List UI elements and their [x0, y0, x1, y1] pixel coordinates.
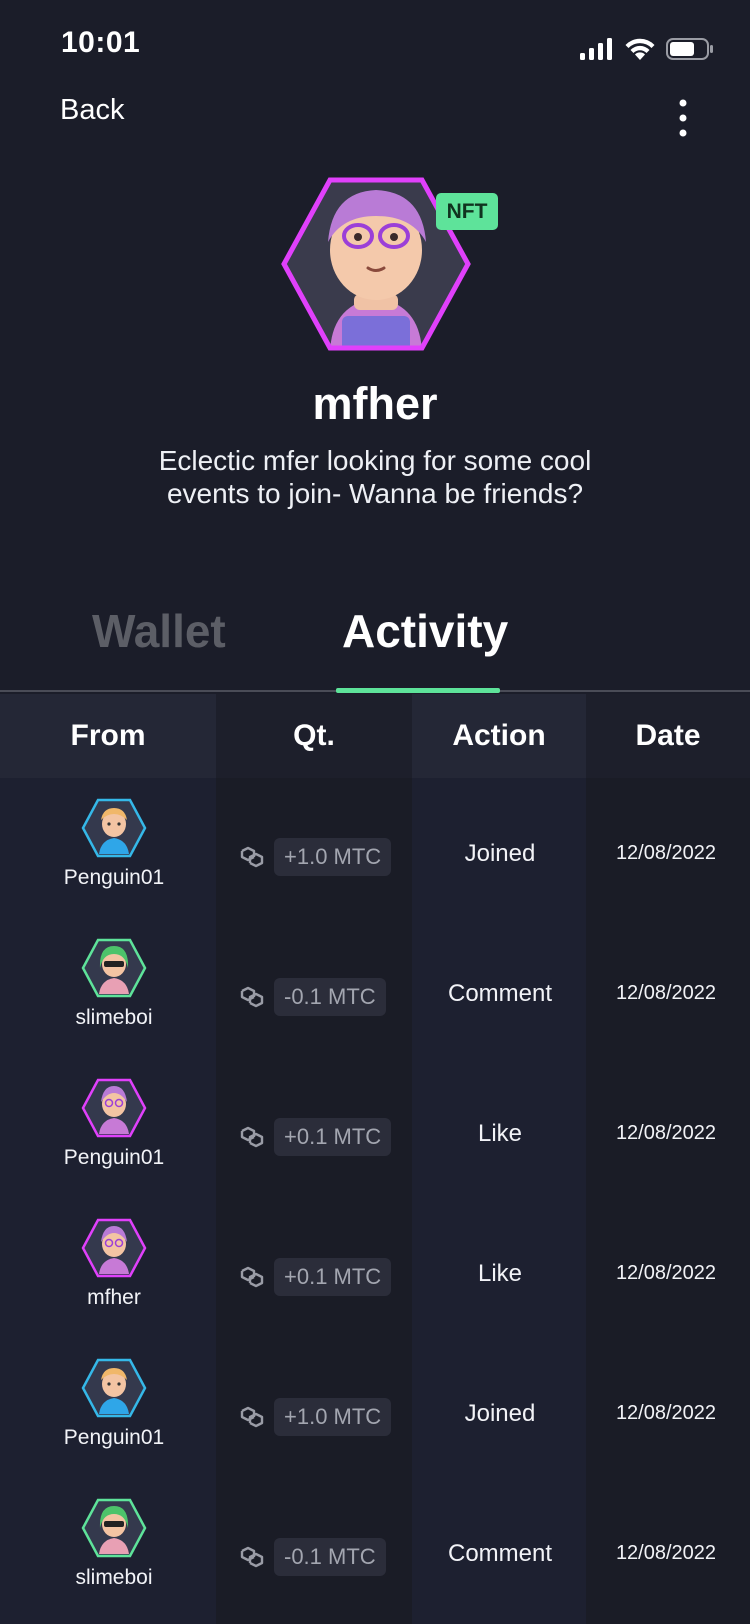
header-action: Action: [412, 694, 586, 778]
row-from[interactable]: mfher: [0, 1218, 228, 1310]
row-from-name: Penguin01: [63, 1146, 165, 1169]
table-row[interactable]: Penguin01 +1.0 MTC Joined 12/08/2022: [0, 1338, 750, 1478]
penguin-avatar-icon: [81, 1358, 147, 1418]
row-action: Like: [477, 1260, 523, 1287]
active-tab-indicator: [336, 688, 500, 693]
slimeboi-avatar-icon: [81, 938, 147, 998]
polygon-link-icon: [240, 846, 264, 868]
table-row[interactable]: slimeboi -0.1 MTC Comment 12/08/2022: [0, 918, 750, 1058]
battery-icon: [666, 38, 713, 60]
row-from-name: slimeboi: [75, 1006, 153, 1029]
wifi-icon: [625, 38, 655, 60]
row-from-name: slimeboi: [75, 1566, 153, 1589]
row-qty: +0.1 MTC: [238, 1258, 392, 1296]
nft-badge: NFT: [436, 193, 498, 230]
row-from-name: mfher: [87, 1286, 141, 1309]
header-date: Date: [586, 694, 750, 778]
penguin-avatar-icon: [81, 798, 147, 858]
status-time: 10:01: [61, 26, 141, 59]
qty-badge: +0.1 MTC: [274, 1258, 392, 1296]
row-date: 12/08/2022: [615, 1122, 717, 1144]
mfher-avatar-icon: [81, 1078, 147, 1138]
row-qty: +0.1 MTC: [238, 1118, 392, 1156]
qty-badge: +0.1 MTC: [274, 1118, 392, 1156]
tab-wallet[interactable]: Wallet: [92, 604, 226, 658]
slimeboi-avatar-icon: [81, 1498, 147, 1558]
table-row[interactable]: Penguin01 +0.1 MTC Like 12/08/2022: [0, 1058, 750, 1198]
header-from: From: [0, 694, 216, 778]
polygon-link-icon: [240, 1126, 264, 1148]
row-qty: -0.1 MTC: [238, 1538, 386, 1576]
status-bar: 10:01: [0, 0, 750, 90]
polygon-link-icon: [240, 1266, 264, 1288]
row-action: Joined: [464, 1400, 536, 1427]
tab-activity[interactable]: Activity: [342, 604, 508, 658]
header-qt: Qt.: [216, 694, 412, 778]
profile-name: mfher: [312, 378, 438, 429]
row-date: 12/08/2022: [615, 842, 717, 864]
more-options-icon[interactable]: [668, 96, 698, 140]
row-qty: +1.0 MTC: [238, 838, 392, 876]
signal-icon: [580, 38, 612, 60]
qty-badge: +1.0 MTC: [274, 1398, 392, 1436]
row-date: 12/08/2022: [615, 1542, 717, 1564]
activity-table: Penguin01 +1.0 MTC Joined 12/08/2022 sli…: [0, 778, 750, 1618]
row-action: Comment: [447, 980, 553, 1007]
row-action: Joined: [464, 840, 536, 867]
row-action: Comment: [447, 1540, 553, 1567]
row-date: 12/08/2022: [615, 1262, 717, 1284]
row-date: 12/08/2022: [615, 1402, 717, 1424]
table-row[interactable]: slimeboi -0.1 MTC Comment 12/08/2022: [0, 1478, 750, 1618]
qty-badge: -0.1 MTC: [274, 978, 386, 1016]
polygon-link-icon: [240, 1406, 264, 1428]
table-row[interactable]: mfher +0.1 MTC Like 12/08/2022: [0, 1198, 750, 1338]
row-from-name: Penguin01: [63, 866, 165, 889]
row-from[interactable]: Penguin01: [0, 1358, 228, 1450]
table-header: From Qt. Action Date: [0, 694, 750, 778]
row-from[interactable]: slimeboi: [0, 938, 228, 1030]
row-from[interactable]: slimeboi: [0, 1498, 228, 1590]
qty-badge: +1.0 MTC: [274, 838, 392, 876]
qty-badge: -0.1 MTC: [274, 1538, 386, 1576]
row-date: 12/08/2022: [615, 982, 717, 1004]
row-from-name: Penguin01: [63, 1426, 165, 1449]
polygon-link-icon: [240, 986, 264, 1008]
mfher-avatar-icon: [81, 1218, 147, 1278]
back-button[interactable]: Back: [60, 94, 124, 127]
row-from[interactable]: Penguin01: [0, 798, 228, 890]
polygon-link-icon: [240, 1546, 264, 1568]
row-action: Like: [477, 1120, 523, 1147]
row-qty: -0.1 MTC: [238, 978, 386, 1016]
row-from[interactable]: Penguin01: [0, 1078, 228, 1170]
status-icons: [580, 34, 714, 64]
row-qty: +1.0 MTC: [238, 1398, 392, 1436]
profile-bio: Eclectic mfer looking for some cool even…: [158, 445, 592, 509]
table-row[interactable]: Penguin01 +1.0 MTC Joined 12/08/2022: [0, 778, 750, 918]
